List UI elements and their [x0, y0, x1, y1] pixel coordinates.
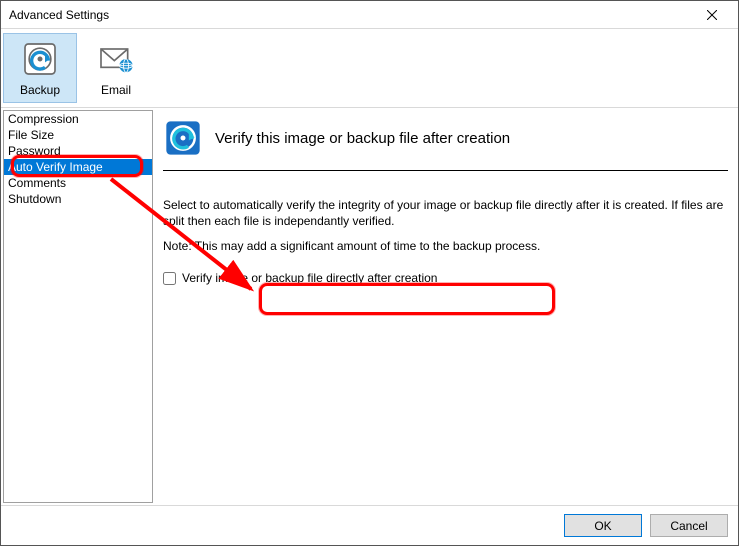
content-title: Verify this image or backup file after c… [215, 130, 510, 147]
disk-refresh-icon [20, 39, 60, 79]
divider [163, 170, 728, 171]
close-button[interactable] [692, 2, 732, 28]
cancel-button[interactable]: Cancel [650, 514, 728, 537]
toolbar-item-label: Email [101, 83, 131, 97]
sidebar: Compression File Size Password Auto Veri… [3, 110, 153, 503]
sidebar-item-shutdown[interactable]: Shutdown [4, 191, 152, 207]
window-title: Advanced Settings [9, 8, 109, 22]
toolbar-item-email[interactable]: Email [79, 33, 153, 103]
ok-button[interactable]: OK [564, 514, 642, 537]
content-note: Note: This may add a significant amount … [163, 239, 728, 253]
sidebar-item-comments[interactable]: Comments [4, 175, 152, 191]
content-header: Verify this image or backup file after c… [163, 114, 728, 170]
content-pane: Verify this image or backup file after c… [153, 108, 738, 505]
sidebar-item-compression[interactable]: Compression [4, 111, 152, 127]
sidebar-item-password[interactable]: Password [4, 143, 152, 159]
body-area: Compression File Size Password Auto Veri… [1, 107, 738, 505]
toolbar: Backup Email [1, 29, 738, 107]
verify-checkbox[interactable] [163, 272, 176, 285]
advanced-settings-window: Advanced Settings Backup [0, 0, 739, 546]
sidebar-item-auto-verify-image[interactable]: Auto Verify Image [4, 159, 152, 175]
verify-checkbox-row[interactable]: Verify image or backup file directly aft… [163, 269, 728, 287]
envelope-globe-icon [96, 39, 136, 79]
footer: OK Cancel [1, 505, 738, 545]
verify-checkbox-label: Verify image or backup file directly aft… [182, 271, 437, 285]
toolbar-item-label: Backup [20, 83, 60, 97]
toolbar-item-backup[interactable]: Backup [3, 33, 77, 103]
titlebar: Advanced Settings [1, 1, 738, 29]
sidebar-item-file-size[interactable]: File Size [4, 127, 152, 143]
content-description: Select to automatically verify the integ… [163, 197, 728, 229]
disk-refresh-icon [163, 118, 203, 158]
close-icon [707, 10, 717, 20]
